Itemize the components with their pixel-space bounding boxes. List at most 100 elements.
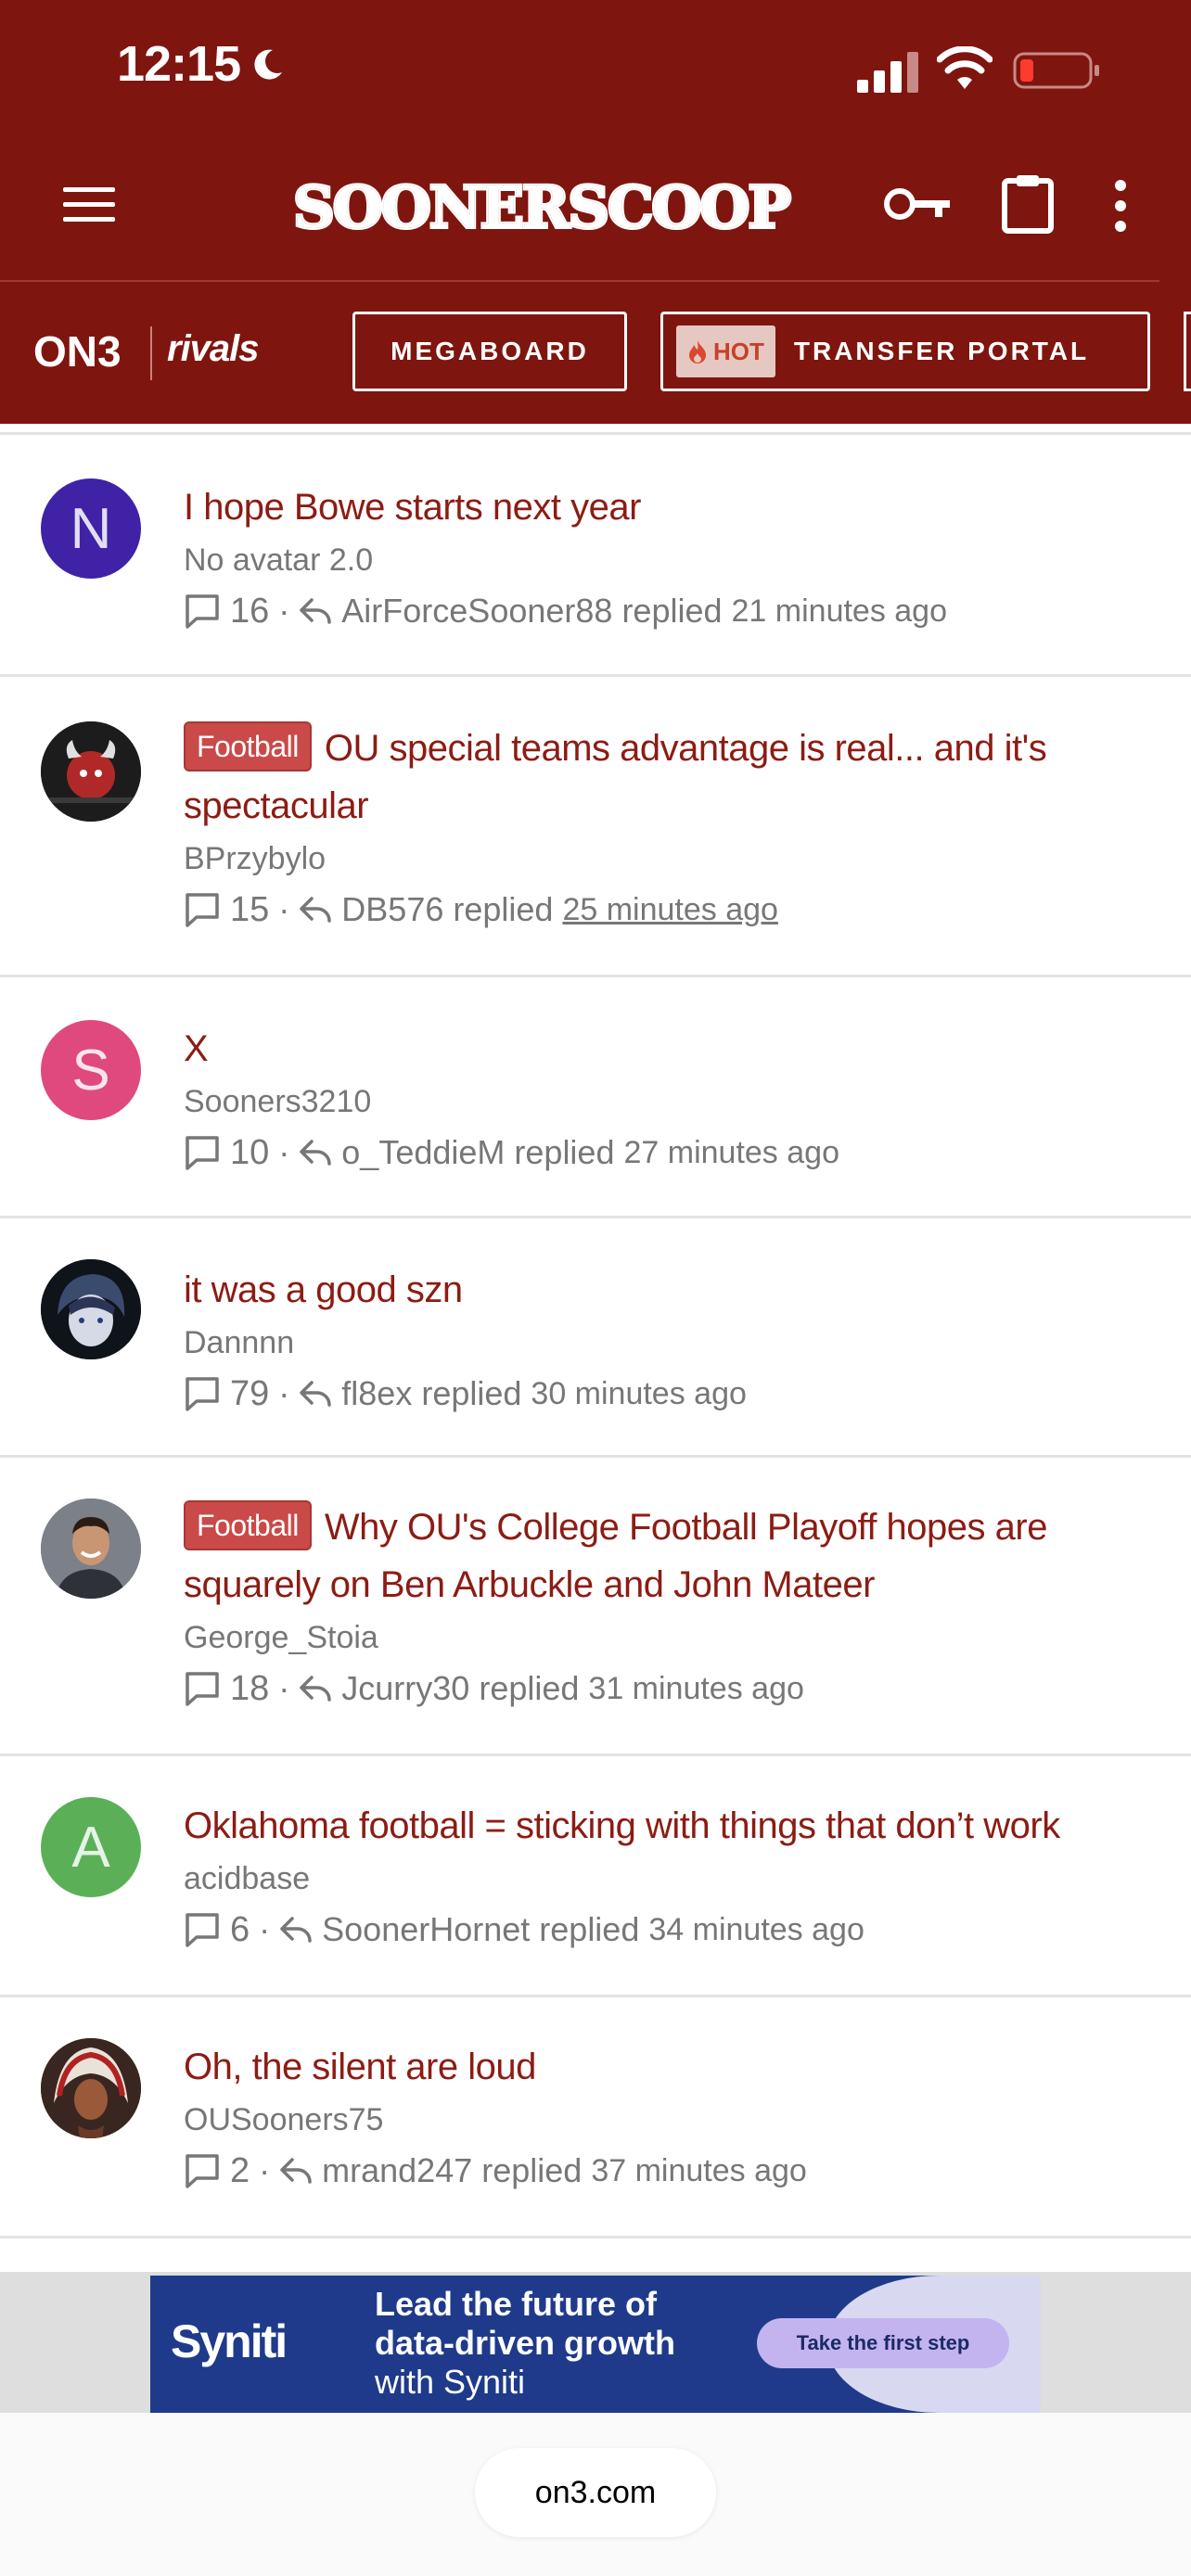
replied-word: replied (453, 890, 554, 928)
ad-line-1: Lead the future of (375, 2285, 657, 2323)
avatar[interactable] (41, 721, 141, 822)
brand-separator (150, 326, 152, 380)
reply-time[interactable]: 37 minutes ago (591, 2146, 807, 2196)
thread-row[interactable]: it was a good szn Dannnn 79 · fl8ex repl… (0, 1218, 1191, 1458)
thread-author[interactable]: Dannnn (184, 1322, 1154, 1363)
reply-count: 15 (230, 890, 270, 929)
thread-title-link[interactable]: Football Why OU's College Football Playof… (184, 1498, 1154, 1613)
thread-title-link[interactable]: Oh, the silent are loud (184, 2038, 1154, 2096)
thread-title-link[interactable]: I hope Bowe starts next year (184, 478, 1154, 536)
reply-time[interactable]: 25 minutes ago (562, 885, 778, 935)
moon-icon (254, 49, 282, 80)
last-reply-user[interactable]: o_TeddieM (341, 1128, 505, 1178)
clipboard-icon[interactable] (1000, 172, 1056, 234)
key-icon[interactable] (883, 180, 954, 228)
dot-separator: · (278, 1374, 290, 1412)
replied-word: replied (421, 1374, 522, 1412)
flame-icon (689, 340, 706, 363)
hot-label: HOT (713, 337, 764, 365)
transfer-portal-button[interactable]: HOT TRANSFER PORTAL (660, 312, 1150, 391)
last-reply-user[interactable]: mrand247 (322, 2146, 472, 2196)
thread-row[interactable]: S X Sooners3210 10 · o_TeddieM replied 2… (0, 977, 1191, 1218)
thread-row[interactable]: Oh, the silent are loud OUSooners75 2 · … (0, 1997, 1191, 2238)
dot-separator: · (278, 1133, 290, 1171)
thread-title: Oh, the silent are loud (184, 2047, 536, 2087)
thread-title-link[interactable]: Oklahoma football = sticking with things… (184, 1797, 1154, 1855)
avatar[interactable] (41, 1498, 141, 1599)
megaboard-label: MEGABOARD (391, 337, 589, 365)
anime-avatar-icon (41, 1259, 141, 1359)
avatar[interactable] (41, 1259, 141, 1359)
menu-icon[interactable] (61, 182, 117, 228)
thread-author[interactable]: George_Stoia (184, 1617, 1154, 1658)
site-header: 12:15 SOONERSCOOP ON3 rivals MEGABOARD H… (0, 0, 1191, 424)
thread-title-link[interactable]: it was a good szn (184, 1261, 1154, 1319)
category-tag[interactable]: Football (184, 1500, 312, 1550)
avatar[interactable] (41, 2038, 141, 2138)
on3-logo[interactable]: ON3 (33, 326, 122, 376)
reply-time[interactable]: 31 minutes ago (588, 1664, 804, 1714)
dot-separator: · (259, 1910, 271, 1948)
category-tag[interactable]: Football (184, 721, 312, 772)
reply-icon (300, 897, 332, 923)
last-reply-user[interactable]: AirForceSooner88 (341, 586, 612, 636)
reply-time[interactable]: 34 minutes ago (648, 1905, 864, 1955)
replied-word: replied (514, 1133, 615, 1171)
reply-count: 2 (230, 2151, 250, 2190)
reply-icon (300, 598, 332, 624)
thread-meta: 10 · o_TeddieM replied 27 minutes ago (184, 1128, 1154, 1178)
thread-row[interactable]: N I hope Bowe starts next year No avatar… (0, 436, 1191, 677)
thread-author[interactable]: BPrzybylo (184, 838, 1154, 879)
avatar[interactable]: A (41, 1797, 141, 1897)
comment-icon (186, 1913, 219, 1947)
comment-icon (186, 1136, 219, 1170)
rivals-logo[interactable]: rivals (167, 328, 260, 370)
thread-author[interactable]: Sooners3210 (184, 1081, 1154, 1122)
dot-separator: · (278, 592, 290, 630)
list-top-divider (0, 432, 1191, 435)
cellular-signal-icon (857, 52, 918, 93)
reply-icon (300, 1140, 332, 1166)
dot-separator: · (259, 2151, 271, 2189)
thread-row[interactable]: Football Why OU's College Football Playof… (0, 1458, 1191, 1756)
reply-icon (280, 1917, 312, 1943)
comment-icon (186, 1672, 219, 1706)
thread-title: X (184, 1028, 209, 1069)
thread-row[interactable]: Football OU special teams advantage is re… (0, 677, 1191, 977)
headdress-logo-icon (41, 2038, 141, 2138)
megaboard-button[interactable]: MEGABOARD (352, 312, 627, 391)
thread-author[interactable]: acidbase (184, 1858, 1154, 1899)
thread-meta: 16 · AirForceSooner88 replied 21 minutes… (184, 586, 1154, 636)
reply-count: 6 (230, 1910, 250, 1949)
header-divider (0, 280, 1159, 282)
ad-brand-logo: Syniti (171, 2315, 288, 2368)
reply-icon (280, 2158, 312, 2184)
ad-headline: Lead the future of data-driven growth wi… (375, 2285, 675, 2402)
ad-banner[interactable]: Syniti Lead the future of data-driven gr… (150, 2276, 1041, 2413)
thread-row[interactable]: A Oklahoma football = sticking with thin… (0, 1756, 1191, 1997)
more-options-icon[interactable] (1109, 176, 1132, 236)
thread-meta: 15 · DB576 replied 25 minutes ago (184, 885, 1154, 935)
avatar[interactable]: S (41, 1020, 141, 1120)
last-reply-user[interactable]: Jcurry30 (341, 1664, 469, 1714)
wifi-icon (937, 46, 992, 89)
reply-time[interactable]: 21 minutes ago (732, 586, 948, 636)
on3-label: ON3 (33, 327, 122, 376)
thread-author[interactable]: OUSooners75 (184, 2099, 1154, 2140)
reply-time[interactable]: 30 minutes ago (531, 1369, 747, 1419)
thread-title: I hope Bowe starts next year (184, 487, 641, 528)
nav-overflow-button[interactable] (1184, 312, 1191, 391)
thread-title-link[interactable]: Football OU special teams advantage is re… (184, 720, 1154, 835)
thread-author[interactable]: No avatar 2.0 (184, 540, 1154, 580)
site-logo[interactable]: SOONERSCOOP (291, 167, 793, 249)
url-bar[interactable]: on3.com (475, 2448, 716, 2537)
reply-time[interactable]: 27 minutes ago (623, 1128, 839, 1178)
avatar[interactable]: N (41, 478, 141, 579)
last-reply-user[interactable]: DB576 (341, 885, 443, 935)
ad-cta-button[interactable]: Take the first step (757, 2318, 1009, 2368)
reply-icon (300, 1676, 332, 1702)
reply-icon (300, 1381, 332, 1407)
last-reply-user[interactable]: SoonerHornet (322, 1905, 530, 1955)
last-reply-user[interactable]: fl8ex (341, 1369, 412, 1419)
thread-title-link[interactable]: X (184, 1020, 1154, 1078)
